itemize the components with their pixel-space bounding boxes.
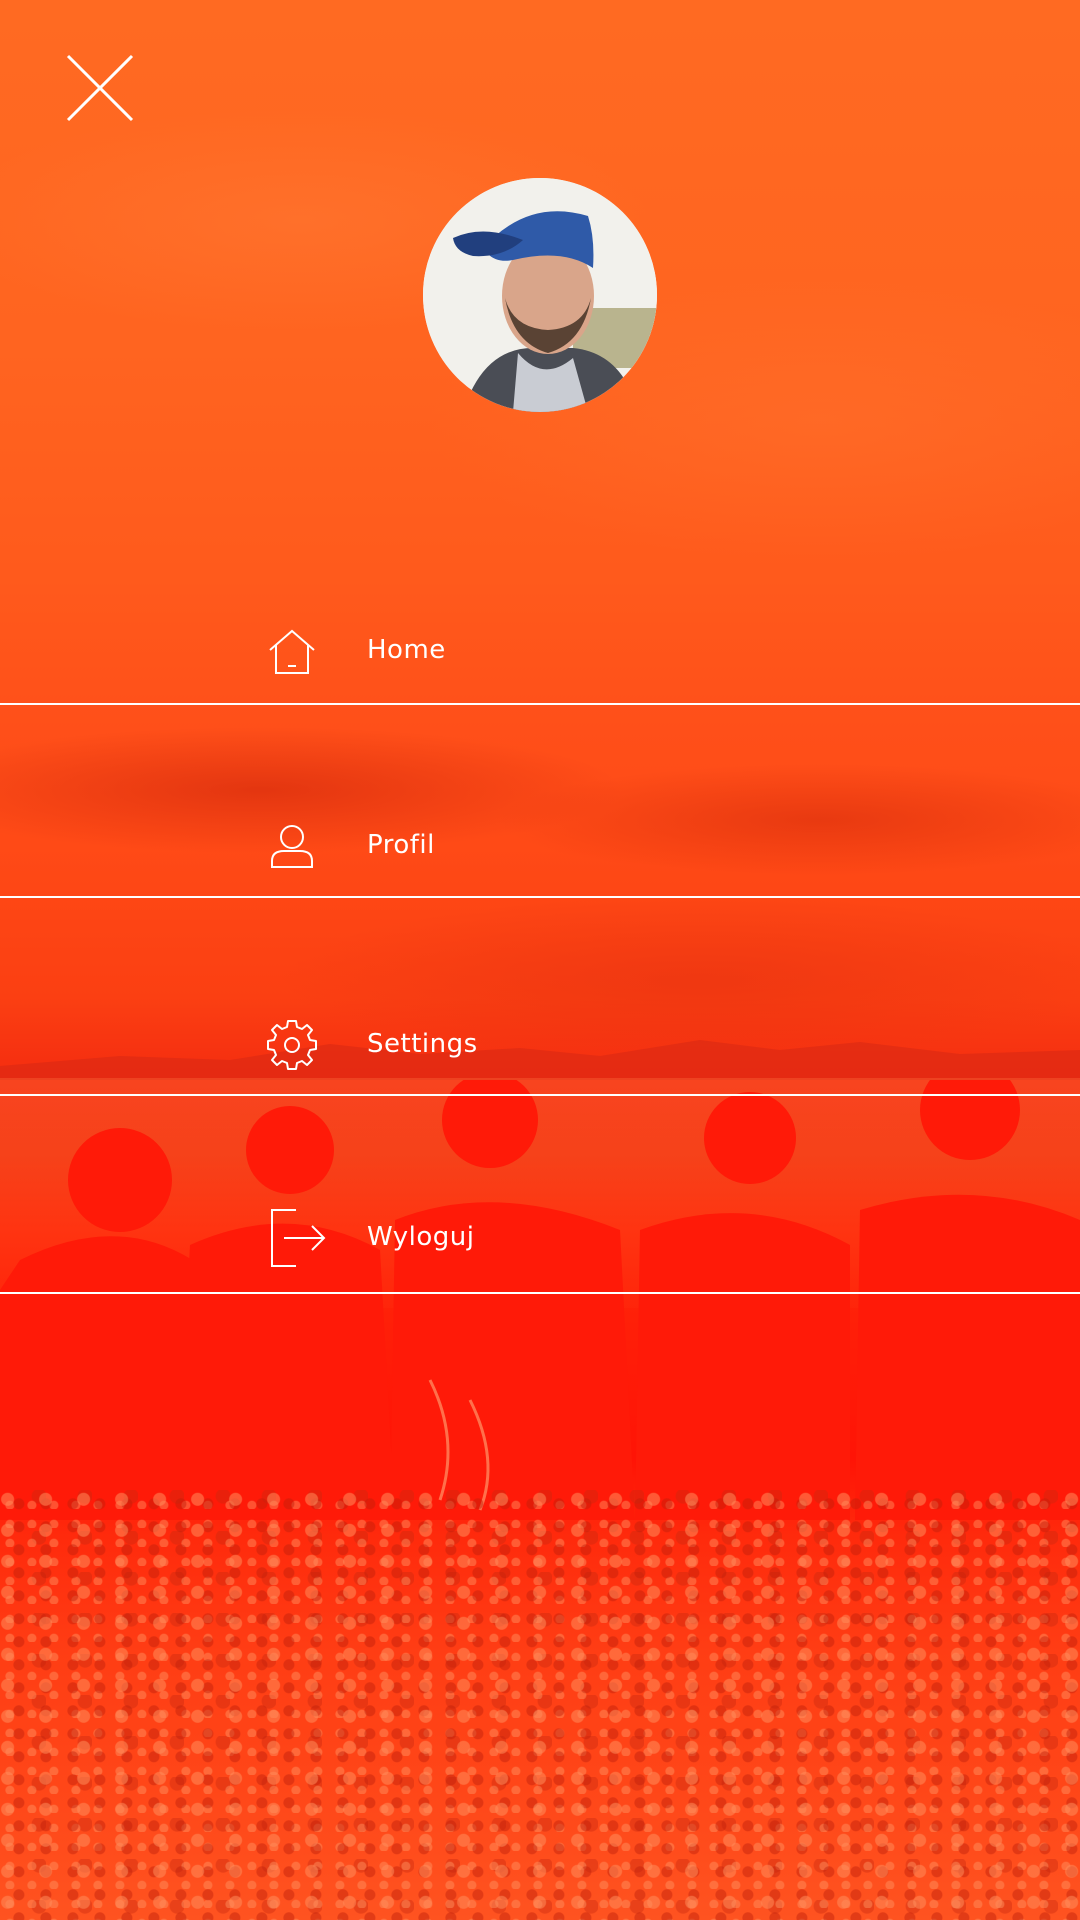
- menu-item-label: Wyloguj: [367, 1222, 475, 1252]
- user-icon: [271, 825, 313, 868]
- logout-icon: [271, 1209, 326, 1267]
- menu-item-home[interactable]: Home: [0, 620, 1080, 704]
- menu-divider: [0, 1094, 1080, 1096]
- avatar[interactable]: [423, 178, 657, 412]
- background-people: [0, 1080, 1080, 1520]
- close-button[interactable]: [62, 50, 138, 126]
- menu-item-profil[interactable]: Profil: [0, 815, 1080, 899]
- menu-item-label: Profil: [367, 830, 435, 860]
- close-icon: [66, 54, 134, 122]
- menu-item-label: Home: [367, 635, 446, 665]
- menu-divider: [0, 1292, 1080, 1294]
- background-pebbles: [0, 1490, 1080, 1920]
- home-icon: [269, 629, 315, 674]
- menu-divider: [0, 896, 1080, 898]
- menu-item-label: Settings: [367, 1029, 478, 1059]
- menu-item-wyloguj[interactable]: Wyloguj: [0, 1207, 1080, 1291]
- gear-icon: [267, 1020, 317, 1070]
- profile-photo: [423, 178, 657, 412]
- menu-divider: [0, 703, 1080, 705]
- menu-item-settings[interactable]: Settings: [0, 1014, 1080, 1098]
